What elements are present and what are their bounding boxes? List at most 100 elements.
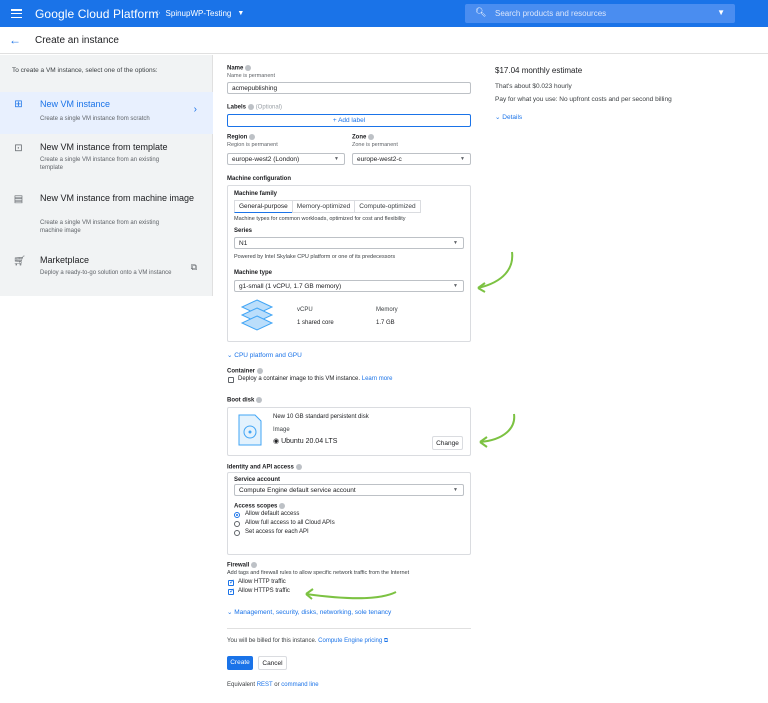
service-account-label: Service account xyxy=(234,477,281,483)
billing-text: You will be billed for this instance. Co… xyxy=(227,638,389,644)
chevron-down-icon: ▼ xyxy=(237,10,245,17)
page-header: ← Create an instance xyxy=(0,27,768,54)
service-account-select[interactable]: Compute Engine default service account ▼ xyxy=(234,484,464,496)
tab-general-purpose[interactable]: General-purpose xyxy=(234,200,293,213)
cpu-platform-expander[interactable]: ⌄ CPU platform and GPU xyxy=(227,351,302,359)
scope-default-label: Allow default access xyxy=(245,511,300,517)
rest-link[interactable]: REST xyxy=(257,682,273,688)
access-scopes-label: Access scopes xyxy=(234,503,286,510)
zone-sub: Zone is permanent xyxy=(352,142,398,148)
machine-type-label: Machine type xyxy=(234,270,273,276)
chevron-down-icon[interactable]: ▼ xyxy=(717,8,725,17)
series-label: Series xyxy=(234,228,253,234)
tab-memory-optimized[interactable]: Memory-optimized xyxy=(291,200,356,213)
option-title: New VM instance from template xyxy=(40,142,168,152)
help-icon xyxy=(248,104,255,110)
help-icon xyxy=(295,464,302,470)
machine-family-tabs: General-purpose Memory-optimized Compute… xyxy=(234,200,421,213)
option-marketplace[interactable]: 🛒︎ Marketplace Deploy a ready-to-go solu… xyxy=(0,252,213,294)
project-selector[interactable]: ⁘ SpinupWP-Testing ▼ xyxy=(154,8,244,19)
chevron-down-icon: ⌄ xyxy=(227,352,233,359)
command-line-link[interactable]: command line xyxy=(281,682,318,688)
help-icon xyxy=(368,134,375,140)
option-desc: Create a single VM instance from an exis… xyxy=(40,157,160,171)
firewall-label: Firewall xyxy=(227,562,258,569)
option-title: Marketplace xyxy=(40,255,90,265)
vcpu-value: 1 shared core xyxy=(297,320,334,326)
open-external-icon[interactable]: ⧉ xyxy=(191,262,197,273)
chevron-down-icon: ▼ xyxy=(460,156,465,162)
boot-disk-desc: New 10 GB standard persistent disk xyxy=(273,414,369,420)
cart-icon: 🛒︎ xyxy=(13,256,26,267)
name-input[interactable]: acmepublishing xyxy=(227,82,471,94)
option-title: New VM instance xyxy=(40,99,111,109)
scope-full-label: Allow full access to all Cloud APIs xyxy=(245,520,335,526)
template-icon: ⊡ xyxy=(14,143,23,154)
memory-header: Memory xyxy=(376,307,398,313)
option-new-vm[interactable]: ⊞ New VM instance Create a single VM ins… xyxy=(0,92,213,134)
labels-label: Labels (Optional) xyxy=(227,104,283,111)
project-name: SpinupWP-Testing xyxy=(165,9,232,18)
change-disk-button[interactable]: Change xyxy=(432,436,463,450)
annotation-arrow xyxy=(477,251,514,293)
brand-title[interactable]: Google Cloud Platform xyxy=(35,7,159,21)
name-label: Name xyxy=(227,65,252,72)
help-icon xyxy=(257,368,264,374)
search-input[interactable] xyxy=(495,6,705,21)
region-sub: Region is permanent xyxy=(227,142,278,148)
scope-full-radio[interactable] xyxy=(234,521,240,527)
boot-disk-label: Boot disk xyxy=(227,397,263,404)
menu-icon[interactable] xyxy=(11,9,22,19)
tab-compute-optimized[interactable]: Compute-optimized xyxy=(354,200,421,213)
scope-default-radio[interactable] xyxy=(234,512,240,518)
machine-type-select[interactable]: g1-small (1 vCPU, 1.7 GB memory) ▼ xyxy=(234,280,464,292)
region-select[interactable]: europe-west2 (London) ▼ xyxy=(227,153,345,165)
container-text: Deploy a container image to this VM inst… xyxy=(238,376,393,382)
page-title: Create an instance xyxy=(35,35,119,46)
machine-stack-icon xyxy=(240,299,274,331)
back-arrow-icon[interactable]: ← xyxy=(9,33,21,47)
project-icon: ⁘ xyxy=(154,8,162,18)
container-checkbox[interactable] xyxy=(228,377,234,383)
series-select[interactable]: N1 ▼ xyxy=(234,237,464,249)
chevron-down-icon: ▼ xyxy=(334,156,339,162)
search-bar[interactable]: 🔍︎ ▼ xyxy=(465,4,735,23)
monthly-estimate: $17.04 monthly estimate xyxy=(495,66,583,75)
top-app-bar: Google Cloud Platform ⁘ SpinupWP-Testing… xyxy=(0,0,768,27)
family-desc: Machine types for common workloads, opti… xyxy=(234,216,406,222)
billing-note: Pay for what you use: No upfront costs a… xyxy=(495,96,672,103)
details-expander[interactable]: ⌄ Details xyxy=(495,113,522,121)
chevron-down-icon: ▼ xyxy=(453,487,458,493)
chevron-down-icon: ⌄ xyxy=(495,114,501,121)
identity-label: Identity and API access xyxy=(227,464,302,471)
chevron-down-icon: ▼ xyxy=(453,240,458,246)
chevron-right-icon: › xyxy=(193,104,197,115)
creation-options-panel: To create a VM instance, select one of t… xyxy=(0,55,213,296)
cancel-button[interactable]: Cancel xyxy=(258,656,287,670)
pricing-link[interactable]: Compute Engine pricing xyxy=(318,638,382,644)
option-desc: Create a single VM instance from an exis… xyxy=(40,220,160,234)
scope-each-radio[interactable] xyxy=(234,530,240,536)
help-icon xyxy=(251,562,258,568)
container-label: Container xyxy=(227,368,264,375)
http-label: Allow HTTP traffic xyxy=(238,579,286,585)
learn-more-link[interactable]: Learn more xyxy=(362,376,393,382)
vm-add-icon: ⊞ xyxy=(14,99,23,110)
option-title: New VM instance from machine image xyxy=(40,193,195,203)
management-expander[interactable]: ⌄ Management, security, disks, networkin… xyxy=(227,608,391,616)
chevron-down-icon: ⌄ xyxy=(227,609,233,616)
machine-config-label: Machine configuration xyxy=(227,176,292,182)
option-desc: Deploy a ready-to-go solution onto a VM … xyxy=(40,270,172,276)
option-from-machine-image[interactable]: ▤ New VM instance from machine image Cre… xyxy=(0,190,213,234)
http-checkbox[interactable] xyxy=(228,578,235,586)
option-desc: Create a single VM instance from scratch xyxy=(40,116,150,122)
https-checkbox[interactable] xyxy=(228,587,235,595)
option-from-template[interactable]: ⊡ New VM instance from template Create a… xyxy=(0,139,213,181)
zone-label: Zone xyxy=(352,134,375,141)
add-label-button[interactable]: + Add label xyxy=(227,114,471,127)
name-sub: Name is permanent xyxy=(227,73,275,79)
search-icon: 🔍︎ xyxy=(475,7,487,17)
series-desc: Powered by Intel Skylake CPU platform or… xyxy=(234,254,396,260)
zone-select[interactable]: europe-west2-c ▼ xyxy=(352,153,471,165)
create-button[interactable]: Create xyxy=(227,656,253,670)
